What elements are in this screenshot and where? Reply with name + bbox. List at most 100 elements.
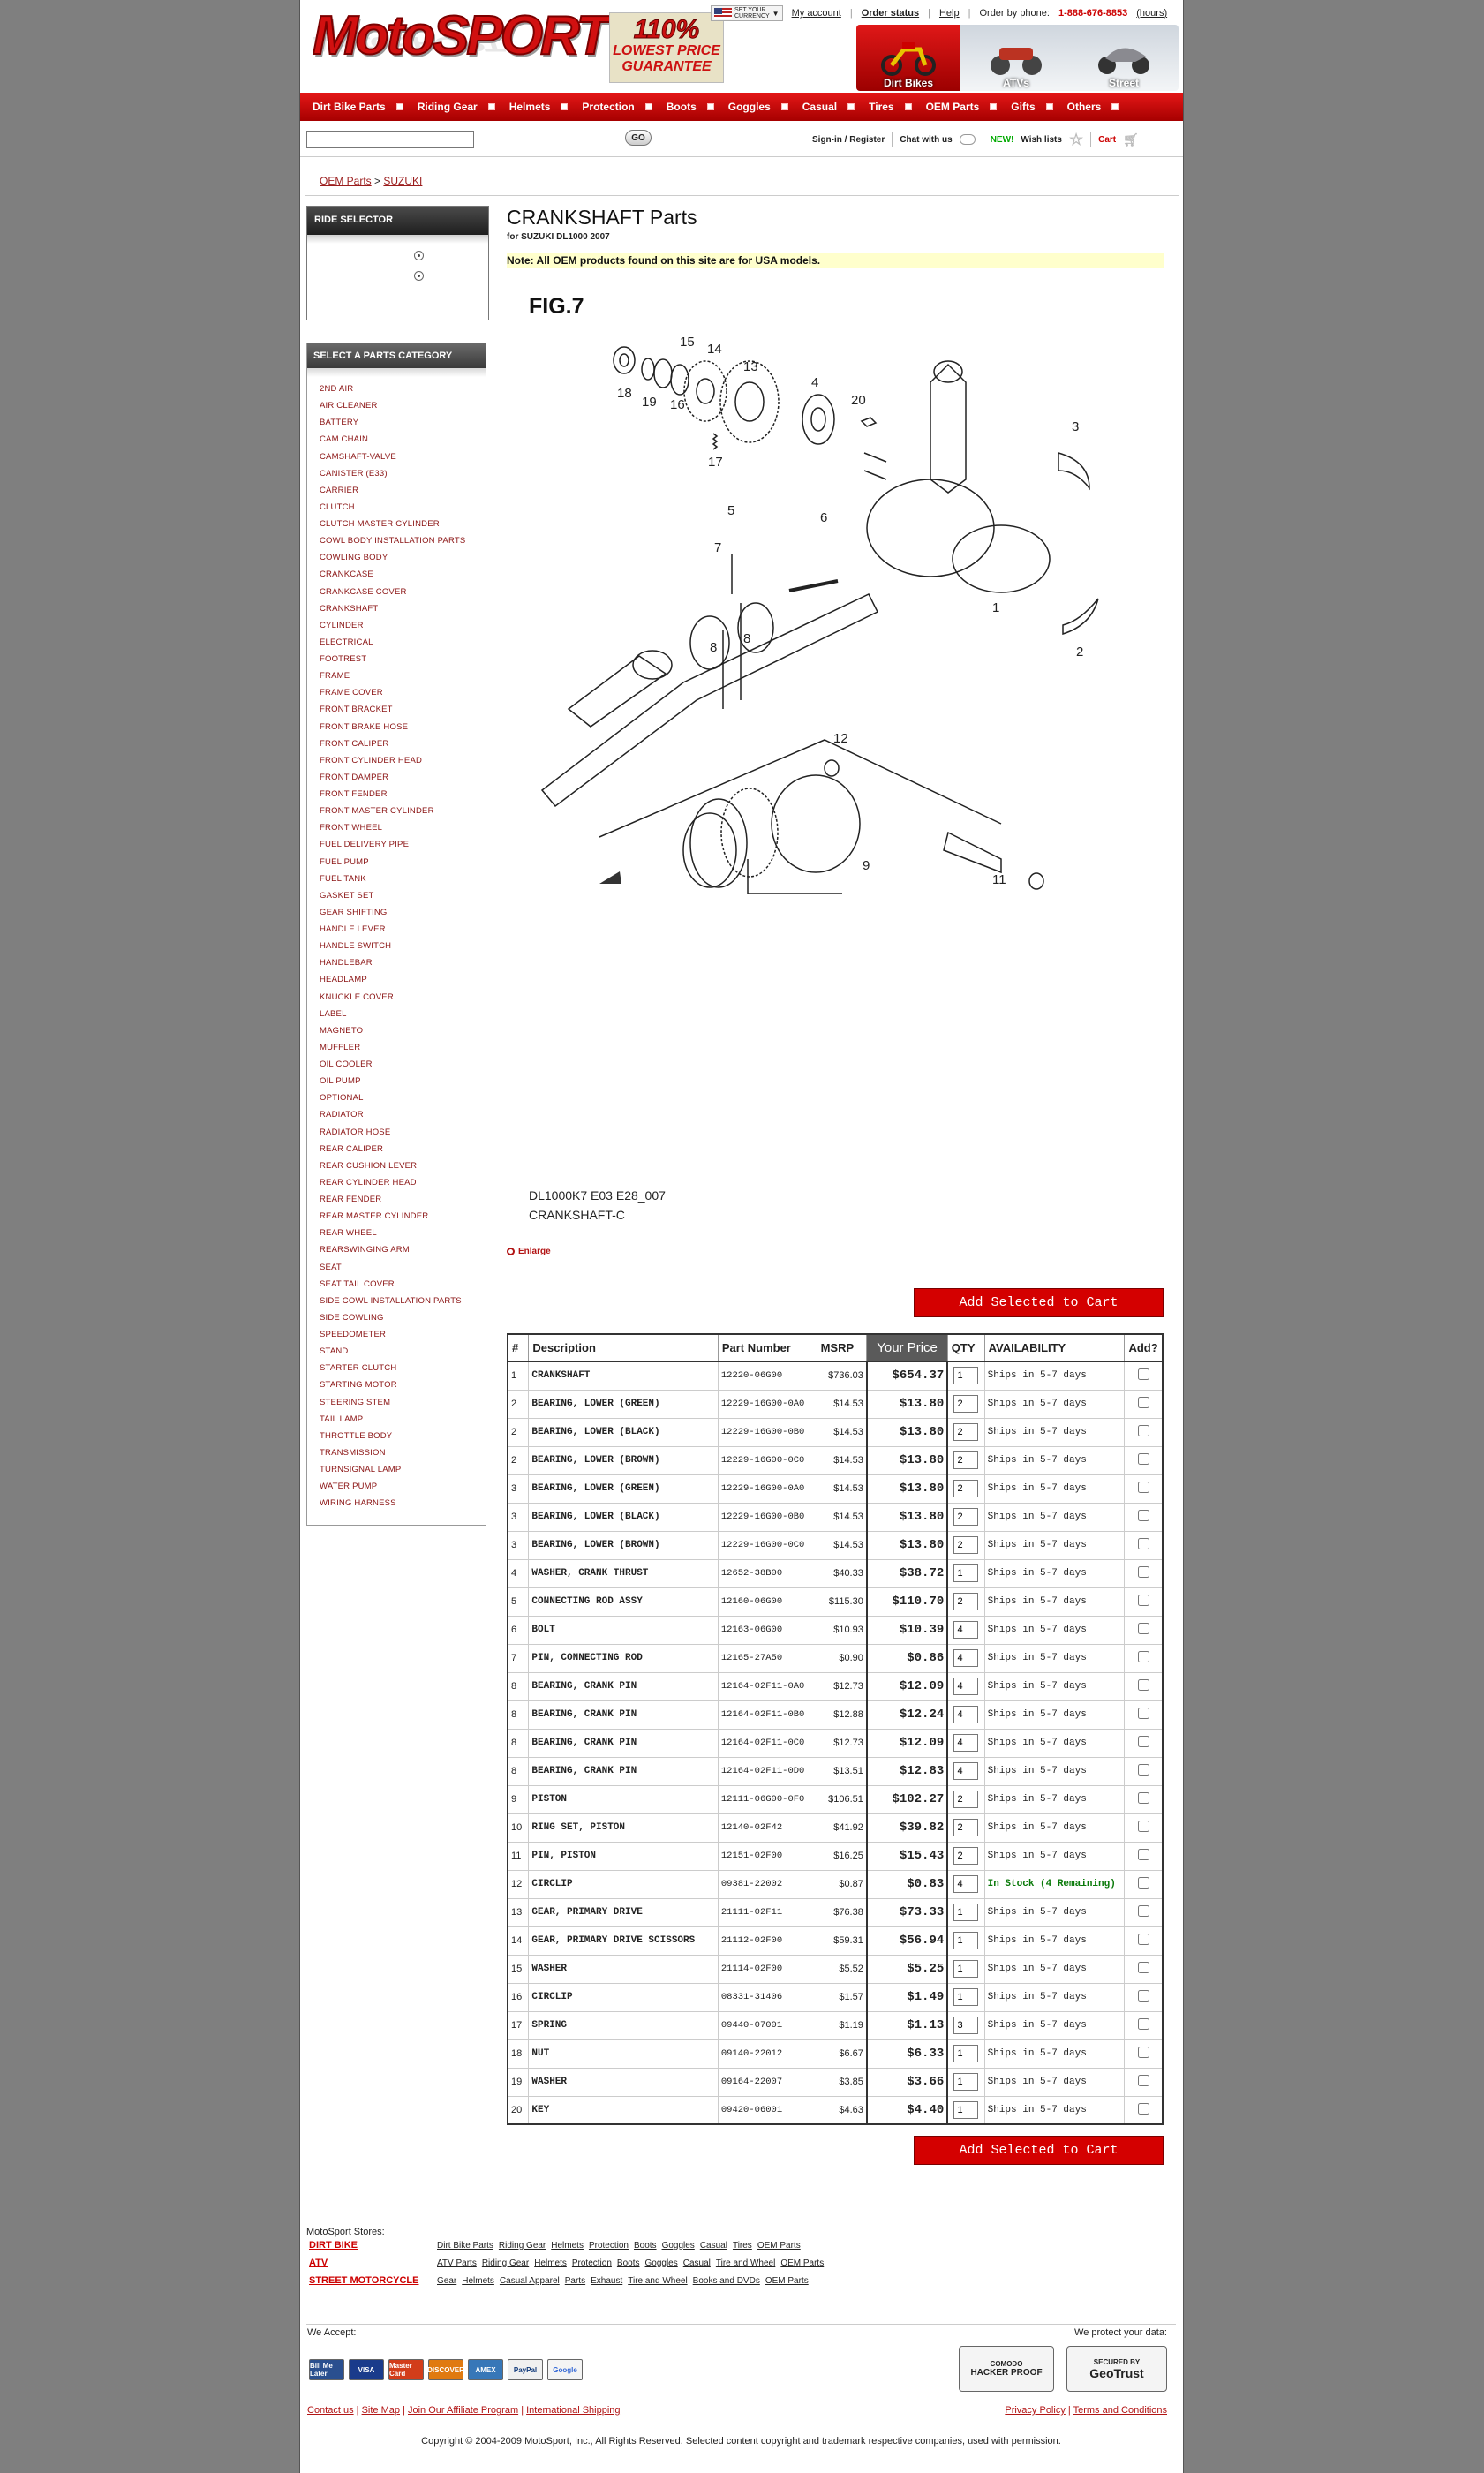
category-item[interactable]: REAR CALIPER	[320, 1141, 486, 1157]
add-checkbox[interactable]	[1137, 1962, 1149, 1973]
order-status-link[interactable]: Order status	[862, 8, 919, 19]
qty-input[interactable]	[953, 1451, 979, 1469]
category-item[interactable]: FRONT MASTER CYLINDER	[320, 803, 486, 819]
category-item[interactable]: CRANKCASE COVER	[320, 584, 486, 600]
add-checkbox[interactable]	[1137, 1708, 1149, 1719]
add-checkbox[interactable]	[1137, 1792, 1149, 1804]
nav-helmets[interactable]: Helmets	[502, 93, 576, 121]
store-link[interactable]: Parts	[565, 2276, 585, 2286]
category-item[interactable]: SEAT	[320, 1259, 486, 1276]
my-account-link[interactable]: My account	[792, 8, 841, 19]
category-item[interactable]: FRONT BRACKET	[320, 701, 486, 718]
qty-input[interactable]	[953, 1367, 979, 1385]
store-name[interactable]: DIRT BIKE	[309, 2240, 433, 2251]
qty-input[interactable]	[953, 1564, 979, 1582]
category-item[interactable]: RADIATOR HOSE	[320, 1124, 486, 1141]
store-link[interactable]: Riding Gear	[499, 2241, 546, 2251]
store-link[interactable]: Goggles	[644, 2258, 677, 2268]
category-item[interactable]: HANDLE LEVER	[320, 921, 486, 938]
category-item[interactable]: COWL BODY INSTALLATION PARTS	[320, 532, 486, 549]
qty-input[interactable]	[953, 1904, 979, 1921]
nav-casual[interactable]: Casual	[795, 93, 862, 121]
category-item[interactable]: MAGNETO	[320, 1022, 486, 1039]
crankshaft-diagram[interactable]: 18 19 16 15 14 13 4 20 3 17 5 6 7 8 8 1 …	[507, 329, 1164, 894]
qty-input[interactable]	[953, 1988, 979, 2006]
store-link[interactable]: Goggles	[662, 2241, 695, 2251]
add-checkbox[interactable]	[1137, 1510, 1149, 1521]
breadcrumb-suzuki[interactable]: SUZUKI	[383, 175, 422, 187]
add-checkbox[interactable]	[1137, 2047, 1149, 2058]
store-link[interactable]: Gear	[437, 2276, 456, 2286]
nav-protection[interactable]: Protection	[575, 93, 659, 121]
category-item[interactable]: CARRIER	[320, 482, 486, 499]
category-item[interactable]: MUFFLER	[320, 1039, 486, 1056]
category-item[interactable]: CRANKCASE	[320, 566, 486, 583]
category-item[interactable]: SIDE COWL INSTALLATION PARTS	[320, 1293, 486, 1309]
category-item[interactable]: FOOTREST	[320, 651, 486, 667]
qty-input[interactable]	[953, 2100, 979, 2119]
store-link[interactable]: OEM Parts	[765, 2276, 809, 2286]
category-item[interactable]: CYLINDER	[320, 617, 486, 634]
go-button[interactable]: GO	[625, 130, 652, 146]
hacker-proof-badge[interactable]: COMODO HACKER PROOF	[959, 2346, 1054, 2392]
nav-riding-gear[interactable]: Riding Gear	[411, 93, 502, 121]
qty-input[interactable]	[953, 1678, 979, 1695]
add-checkbox[interactable]	[1137, 2102, 1149, 2115]
category-item[interactable]: FRONT DAMPER	[320, 769, 486, 786]
category-item[interactable]: KNUCKLE COVER	[320, 989, 486, 1006]
add-checkbox[interactable]	[1137, 1368, 1149, 1381]
add-checkbox[interactable]	[1137, 1905, 1149, 1917]
add-checkbox[interactable]	[1137, 1482, 1149, 1493]
nav-oem-parts[interactable]: OEM Parts	[919, 93, 1005, 121]
category-item[interactable]: HANDLE SWITCH	[320, 938, 486, 954]
category-item[interactable]: LABEL	[320, 1006, 486, 1022]
category-item[interactable]: FRAME COVER	[320, 684, 486, 701]
add-checkbox[interactable]	[1137, 1453, 1149, 1465]
qty-input[interactable]	[953, 2017, 979, 2034]
add-checkbox[interactable]	[1137, 1736, 1149, 1747]
qty-input[interactable]	[953, 1734, 979, 1752]
category-item[interactable]: CRANKSHAFT	[320, 600, 486, 617]
tab-atvs[interactable]: ATVs	[964, 25, 1068, 91]
category-item[interactable]: REARSWINGING ARM	[320, 1241, 486, 1258]
currency-selector[interactable]: SET YOUR CURRENCY ▼	[711, 5, 783, 21]
star-icon[interactable]: ☆	[1069, 131, 1083, 149]
category-item[interactable]: FRONT BRAKE HOSE	[320, 719, 486, 735]
category-item[interactable]: FRONT CALIPER	[320, 735, 486, 752]
qty-input[interactable]	[953, 1762, 979, 1780]
category-item[interactable]: SPEEDOMETER	[320, 1326, 486, 1343]
qty-input[interactable]	[953, 1649, 979, 1667]
category-item[interactable]: OPTIONAL	[320, 1089, 486, 1106]
category-item[interactable]: GASKET SET	[320, 887, 486, 904]
store-link[interactable]: Exhaust	[591, 2276, 622, 2286]
category-item[interactable]: REAR CYLINDER HEAD	[320, 1174, 486, 1191]
category-item[interactable]: HEADLAMP	[320, 971, 486, 988]
category-item[interactable]: FRAME	[320, 667, 486, 684]
qty-input[interactable]	[953, 1621, 979, 1639]
category-item[interactable]: GEAR SHIFTING	[320, 904, 486, 921]
affiliate-link[interactable]: Join Our Affiliate Program	[408, 2405, 518, 2416]
store-link[interactable]: Helmets	[534, 2258, 567, 2268]
store-link[interactable]: Tires	[733, 2241, 752, 2251]
category-item[interactable]: REAR CUSHION LEVER	[320, 1157, 486, 1174]
tab-dirt-bikes[interactable]: Dirt Bikes	[856, 25, 960, 91]
add-checkbox[interactable]	[1137, 1764, 1149, 1776]
category-item[interactable]: CLUTCH	[320, 499, 486, 516]
qty-input[interactable]	[953, 1480, 979, 1497]
privacy-policy-link[interactable]: Privacy Policy	[1005, 2405, 1065, 2416]
category-item[interactable]: TRANSMISSION	[320, 1444, 486, 1461]
add-checkbox[interactable]	[1137, 1397, 1149, 1408]
category-item[interactable]: THROTTLE BODY	[320, 1428, 486, 1444]
add-checkbox[interactable]	[1137, 1934, 1149, 1945]
category-item[interactable]: FUEL PUMP	[320, 854, 486, 871]
category-item[interactable]: TURNSIGNAL LAMP	[320, 1461, 486, 1478]
store-link[interactable]: OEM Parts	[780, 2258, 824, 2268]
nav-boots[interactable]: Boots	[659, 93, 721, 121]
category-item[interactable]: RADIATOR	[320, 1106, 486, 1123]
store-link[interactable]: Boots	[634, 2241, 657, 2251]
qty-input[interactable]	[953, 1395, 979, 1413]
store-link[interactable]: Casual	[700, 2241, 727, 2251]
motosport-logo[interactable]: MotoSPORT MotoSPORT	[312, 6, 610, 69]
store-link[interactable]: Tire and Wheel	[716, 2258, 775, 2268]
category-item[interactable]: SIDE COWLING	[320, 1309, 486, 1326]
